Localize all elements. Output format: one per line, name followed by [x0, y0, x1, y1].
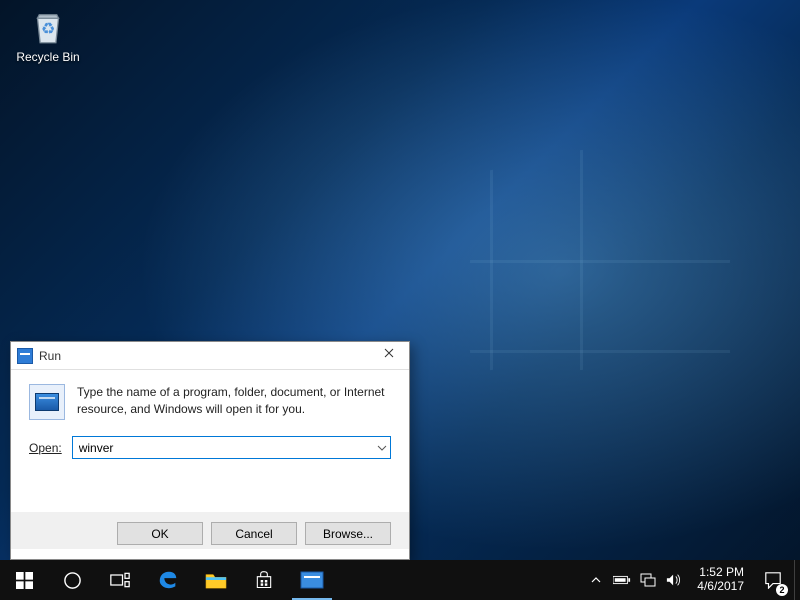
titlebar[interactable]: Run — [11, 342, 409, 370]
taskbar-edge[interactable] — [144, 560, 192, 600]
taskbar: 1:52 PM 4/6/2017 2 — [0, 560, 800, 600]
close-button[interactable] — [369, 340, 409, 366]
taskbar-store[interactable] — [240, 560, 288, 600]
edge-icon — [157, 569, 179, 591]
clock-date: 4/6/2017 — [697, 580, 744, 594]
run-title-icon — [17, 348, 33, 364]
instruction-text: Type the name of a program, folder, docu… — [77, 384, 391, 420]
dialog-body: Type the name of a program, folder, docu… — [11, 370, 409, 559]
run-app-icon — [300, 571, 324, 589]
windows-logo-icon — [16, 572, 33, 589]
store-icon — [254, 570, 274, 590]
open-combobox[interactable] — [72, 436, 391, 459]
taskbar-run-app[interactable] — [288, 560, 336, 600]
tray-network-icon[interactable] — [639, 560, 657, 600]
folder-icon — [205, 570, 227, 590]
clock-time: 1:52 PM — [697, 566, 744, 580]
action-center-button[interactable]: 2 — [752, 560, 794, 600]
cancel-button[interactable]: Cancel — [211, 522, 297, 545]
close-icon — [384, 348, 394, 358]
open-input[interactable] — [72, 436, 391, 459]
ok-button[interactable]: OK — [117, 522, 203, 545]
tray-chevron-up[interactable] — [587, 560, 605, 600]
desktop-icon-label: Recycle Bin — [10, 50, 86, 64]
start-button[interactable] — [0, 560, 48, 600]
desktop-icon-recycle-bin[interactable]: ♻ Recycle Bin — [10, 6, 86, 64]
system-tray — [581, 560, 689, 600]
tray-volume-icon[interactable] — [665, 560, 683, 600]
recycle-bin-icon: ♻ — [27, 6, 69, 48]
notification-badge: 2 — [776, 584, 788, 596]
cortana-icon — [63, 571, 82, 590]
task-view-icon — [110, 572, 130, 588]
cortana-button[interactable] — [48, 560, 96, 600]
svg-text:♻: ♻ — [41, 21, 55, 38]
task-view-button[interactable] — [96, 560, 144, 600]
run-dialog: Run Type the name of a program, folder, … — [10, 341, 410, 560]
taskbar-clock[interactable]: 1:52 PM 4/6/2017 — [689, 560, 752, 600]
window-title: Run — [39, 349, 369, 363]
show-desktop-button[interactable] — [794, 560, 800, 600]
open-label: Open: — [29, 441, 62, 455]
browse-button[interactable]: Browse... — [305, 522, 391, 545]
run-dialog-icon — [29, 384, 65, 420]
button-row: OK Cancel Browse... — [11, 512, 409, 549]
taskbar-file-explorer[interactable] — [192, 560, 240, 600]
tray-battery-icon[interactable] — [613, 560, 631, 600]
